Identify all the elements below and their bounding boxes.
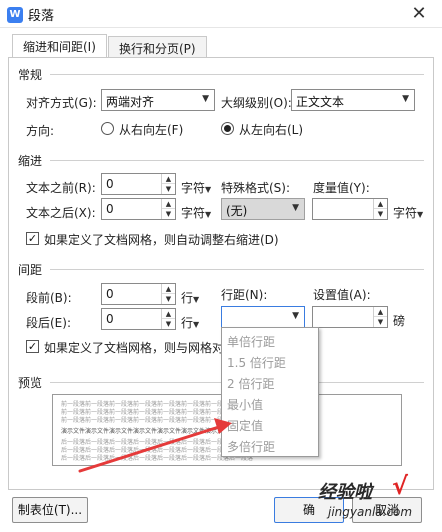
watermark-url: jingyanla.com	[328, 505, 413, 519]
watermark-logo: 经验啦	[318, 482, 372, 503]
watermark-check-icon: √	[392, 472, 409, 500]
annotation-arrow-icon	[78, 418, 232, 473]
tab-stops-button[interactable]: 制表位(T)...	[12, 497, 88, 523]
